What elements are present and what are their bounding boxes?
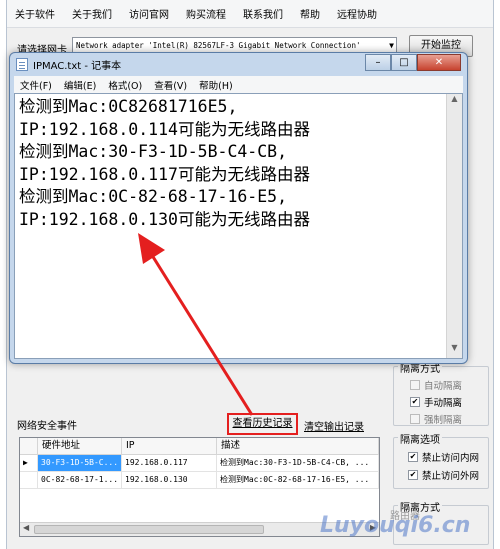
text-line: 检测到Mac:0C-82-68-17-16-E5,: [19, 187, 288, 206]
notepad-menu-file[interactable]: 文件(F): [20, 78, 52, 92]
notepad-menu-format[interactable]: 格式(O): [108, 78, 142, 92]
menu-contact[interactable]: 联系我们: [243, 6, 283, 21]
notepad-content[interactable]: 检测到Mac:0C82681716E5, IP:192.168.0.114可能为…: [19, 96, 444, 231]
row-pointer-icon: ▶: [20, 455, 38, 471]
text-line: 检测到Mac:0C82681716E5,: [19, 97, 238, 116]
menu-help[interactable]: 帮助: [300, 6, 320, 21]
text-line: 检测到Mac:30-F3-1D-5B-C4-CB,: [19, 142, 288, 161]
column-header-marker: [20, 438, 38, 454]
notepad-menu-edit[interactable]: 编辑(E): [64, 78, 96, 92]
notepad-title: IPMAC.txt - 记事本: [33, 60, 122, 72]
menu-about-us[interactable]: 关于我们: [72, 6, 112, 21]
column-header-mac[interactable]: 硬件地址: [38, 438, 122, 454]
block-internet-checkbox[interactable]: ✔ 禁止访问外网: [408, 468, 479, 482]
auto-isolate-checkbox[interactable]: 自动隔离: [410, 378, 462, 392]
isolation-options-title: 隔离选项: [398, 431, 442, 446]
isolation-mode-group: 隔离方式 自动隔离 ✔ 手动隔离 强制隔离: [393, 360, 489, 426]
notepad-text-area[interactable]: 检测到Mac:0C82681716E5, IP:192.168.0.114可能为…: [14, 93, 463, 359]
maximize-icon[interactable]: □: [391, 54, 417, 71]
menu-bar: 关于软件 关于我们 访问官网 购买流程 联系我们 帮助 远程协助: [7, 0, 493, 28]
column-header-ip[interactable]: IP: [122, 438, 217, 454]
table-header: 硬件地址 IP 描述: [20, 438, 379, 455]
notepad-window: IPMAC.txt - 记事本 – □ ✕ 文件(F) 编辑(E) 格式(O) …: [9, 52, 468, 364]
checkbox-label: 强制隔离: [424, 415, 463, 426]
scroll-up-icon[interactable]: ▲: [447, 94, 462, 109]
view-history-button[interactable]: 查看历史记录: [227, 413, 298, 435]
force-isolate-checkbox[interactable]: 强制隔离: [410, 412, 462, 426]
scroll-thumb[interactable]: [34, 525, 264, 534]
text-line: IP:192.168.0.114可能为无线路由器: [19, 119, 310, 139]
table-row[interactable]: 0C-82-68-17-1... 192.168.0.130 检测到Mac:0C…: [20, 472, 379, 489]
menu-purchase[interactable]: 购买流程: [186, 6, 226, 21]
cell-desc[interactable]: 检测到Mac:0C-82-68-17-16-E5, ...: [217, 472, 379, 488]
menu-about-software[interactable]: 关于软件: [15, 6, 55, 21]
cell-mac[interactable]: 30-F3-1D-5B-C...: [38, 455, 122, 471]
cell-mac[interactable]: 0C-82-68-17-1...: [38, 472, 122, 488]
minimize-icon[interactable]: –: [365, 54, 391, 71]
table-row[interactable]: ▶ 30-F3-1D-5B-C... 192.168.0.117 检测到Mac:…: [20, 455, 379, 472]
menu-remote-assist[interactable]: 远程协助: [337, 6, 377, 21]
scroll-down-icon[interactable]: ▼: [447, 343, 462, 358]
checkbox-label: 禁止访问外网: [422, 471, 480, 482]
cell-desc[interactable]: 检测到Mac:30-F3-1D-5B-C4-CB, ...: [217, 455, 379, 471]
clear-output-link[interactable]: 清空输出记录: [304, 418, 364, 433]
notepad-icon: [16, 57, 28, 71]
checkbox-box: [410, 380, 420, 390]
notepad-menu-bar: 文件(F) 编辑(E) 格式(O) 查看(V) 帮助(H): [14, 76, 463, 93]
notepad-titlebar: IPMAC.txt - 记事本: [16, 56, 121, 72]
checkbox-box: [410, 414, 420, 424]
block-intranet-checkbox[interactable]: ✔ 禁止访问内网: [408, 450, 479, 464]
text-line: IP:192.168.0.117可能为无线路由器: [19, 164, 310, 184]
cell-ip[interactable]: 192.168.0.130: [122, 472, 217, 488]
events-title: 网络安全事件: [17, 421, 77, 432]
adapter-value: Network adapter 'Intel(R) 82567LF-3 Giga…: [76, 41, 361, 50]
close-icon[interactable]: ✕: [417, 54, 461, 71]
notepad-menu-help[interactable]: 帮助(H): [199, 78, 233, 92]
row-marker: [20, 472, 38, 488]
checkmark-icon: ✔: [408, 452, 418, 462]
watermark-logo: Luyouqi6.cn: [320, 513, 471, 538]
manual-isolate-checkbox[interactable]: ✔ 手动隔离: [410, 395, 462, 409]
scroll-left-icon[interactable]: ◀: [23, 523, 29, 532]
cell-ip[interactable]: 192.168.0.117: [122, 455, 217, 471]
menu-visit-site[interactable]: 访问官网: [129, 6, 169, 21]
column-header-desc[interactable]: 描述: [217, 438, 379, 454]
text-line: IP:192.168.0.130可能为无线路由器: [19, 209, 310, 229]
isolation-options-group: 隔离选项 ✔ 禁止访问内网 ✔ 禁止访问外网: [393, 431, 489, 489]
vertical-scrollbar[interactable]: ▲ ▼: [446, 94, 462, 358]
window-controls: – □ ✕: [365, 54, 461, 71]
checkbox-label: 手动隔离: [424, 398, 463, 409]
notepad-menu-view[interactable]: 查看(V): [154, 78, 187, 92]
checkmark-icon: ✔: [410, 397, 420, 407]
checkbox-label: 自动隔离: [424, 381, 463, 392]
checkbox-label: 禁止访问内网: [422, 453, 480, 464]
checkmark-icon: ✔: [408, 470, 418, 480]
